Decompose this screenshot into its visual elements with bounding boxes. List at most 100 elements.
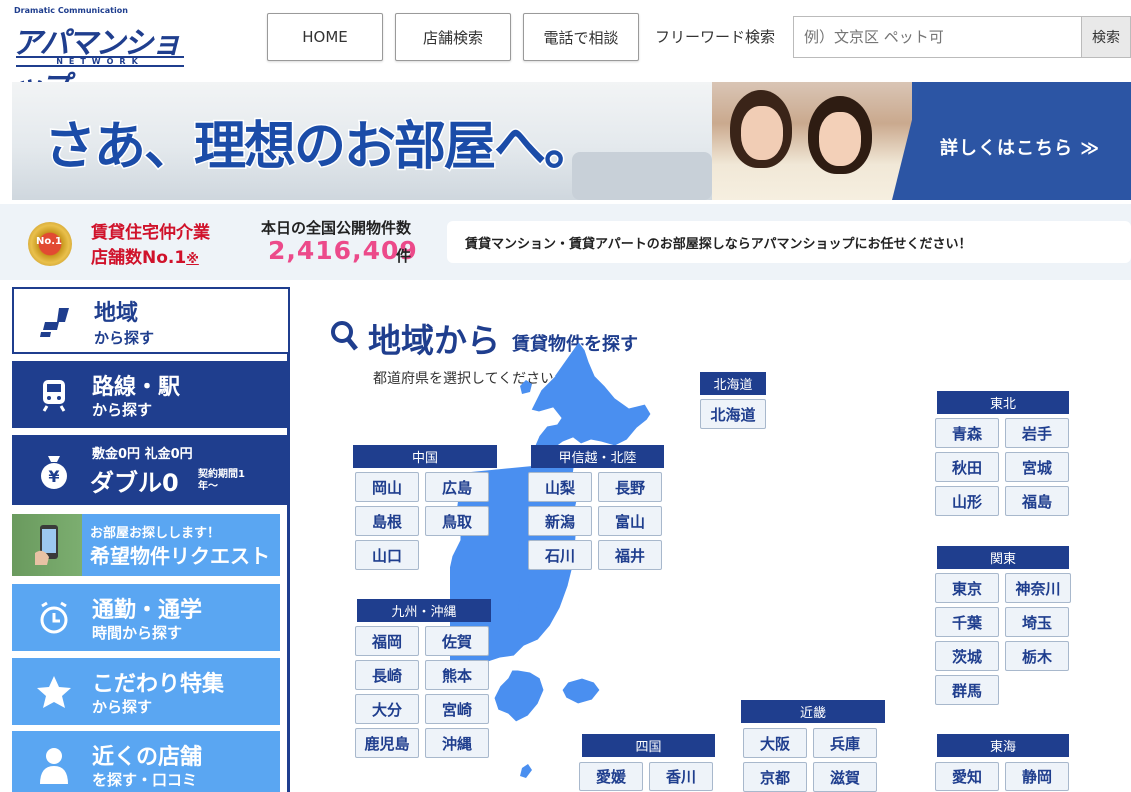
sidebar-item-double-zero[interactable]: ¥ 敷金0円 礼金0円 ダブル0 契約期間1年〜 (12, 435, 290, 505)
pref-shizuoka[interactable]: 静岡 (1005, 762, 1069, 791)
pref-kanagawa[interactable]: 神奈川 (1005, 573, 1071, 603)
region-tokai: 東海 愛知 静岡 (935, 734, 1069, 791)
map-pin-icon (34, 303, 78, 343)
smartphone-icon (28, 524, 72, 565)
region-koshinetsu-header: 甲信越・北陸 (531, 445, 664, 468)
listing-count-unit: 件 (396, 247, 412, 265)
pref-iwate[interactable]: 岩手 (1005, 418, 1069, 448)
pref-fukushima[interactable]: 福島 (1005, 486, 1069, 516)
pref-hokkaido[interactable]: 北海道 (700, 399, 766, 429)
pref-ehime[interactable]: 愛媛 (579, 762, 643, 791)
pref-fukuoka[interactable]: 福岡 (355, 626, 419, 656)
japan-map[interactable] (450, 340, 930, 792)
map-kyushu[interactable] (493, 669, 545, 723)
sidebar-line-title: 路線・駅 (92, 375, 181, 400)
search-button[interactable]: 検索 (1081, 16, 1131, 58)
logo-network: NETWORK (16, 56, 184, 67)
pref-saga[interactable]: 佐賀 (425, 626, 489, 656)
svg-text:¥: ¥ (48, 467, 59, 486)
pref-yamanashi[interactable]: 山梨 (528, 472, 592, 502)
pref-niigata[interactable]: 新潟 (528, 506, 592, 536)
sidebar-item-feature[interactable]: こだわり特集 から探す (12, 658, 280, 725)
pref-aichi[interactable]: 愛知 (935, 762, 999, 791)
pref-tottori[interactable]: 鳥取 (425, 506, 489, 536)
pref-gunma[interactable]: 群馬 (935, 675, 999, 705)
sidebar-store-sub: を探す・口コミ (92, 771, 198, 789)
region-tohoku: 東北 青森 岩手 秋田 宮城 山形 福島 (935, 391, 1069, 516)
sidebar-item-area[interactable]: 地域 から探す (12, 287, 290, 354)
star-icon (32, 672, 76, 712)
rank-line-1: 賃貸住宅仲介業 (91, 223, 210, 243)
logo-tagline: Dramatic Communication (14, 6, 128, 15)
pref-tokyo[interactable]: 東京 (935, 573, 999, 603)
sidebar-item-commute[interactable]: 通勤・通学 時間から探す (12, 584, 280, 651)
region-kyushu-okinawa: 九州・沖縄 福岡 佐賀 長崎 熊本 大分 宮崎 鹿児島 沖縄 (355, 599, 491, 758)
banner-more-link[interactable]: 詳しくはこちら ≫ (940, 134, 1100, 160)
pref-aomori[interactable]: 青森 (935, 418, 999, 448)
pref-yamaguchi[interactable]: 山口 (355, 540, 419, 570)
site-header: Dramatic Communication アパマンショップ NETWORK … (0, 0, 1131, 105)
pref-okinawa[interactable]: 沖縄 (425, 728, 489, 758)
freeword-search-input[interactable] (793, 16, 1082, 58)
nav-home-button[interactable]: HOME (267, 13, 383, 61)
map-rishiri (520, 380, 532, 394)
sidebar-area-title: 地域 (94, 301, 139, 326)
region-tohoku-header: 東北 (937, 391, 1069, 414)
region-hokkaido-header: 北海道 (700, 372, 766, 395)
sidebar-line-sub: から探す (92, 401, 153, 419)
nav-phone-consult-button[interactable]: 電話で相談 (523, 13, 639, 61)
pref-ibaraki[interactable]: 茨城 (935, 641, 999, 671)
sidebar-store-title: 近くの店舗 (92, 745, 203, 770)
pref-toyama[interactable]: 富山 (598, 506, 662, 536)
region-chugoku: 中国 岡山 広島 島根 鳥取 山口 (353, 445, 497, 570)
promo-banner[interactable]: さあ、理想のお部屋へ。 詳しくはこちら ≫ (12, 82, 1131, 200)
pref-tochigi[interactable]: 栃木 (1005, 641, 1069, 671)
sidebar-item-request[interactable]: お部屋お探しします！ 希望物件リクエスト (12, 514, 280, 576)
pref-hiroshima[interactable]: 広島 (425, 472, 489, 502)
pref-akita[interactable]: 秋田 (935, 452, 999, 482)
banner-people-image (712, 82, 912, 200)
money-bag-icon: ¥ (32, 451, 76, 491)
alarm-clock-icon (32, 598, 76, 638)
sidebar-area-sub: から探す (94, 329, 155, 347)
pref-oita[interactable]: 大分 (355, 694, 419, 724)
region-kanto: 関東 東京 神奈川 千葉 埼玉 茨城 栃木 群馬 (935, 546, 1071, 705)
pref-osaka[interactable]: 大阪 (743, 728, 807, 758)
map-shikoku[interactable] (561, 677, 601, 705)
pref-hyogo[interactable]: 兵庫 (813, 728, 877, 758)
sidebar-item-line-station[interactable]: 路線・駅 から探す (12, 361, 290, 428)
pref-chiba[interactable]: 千葉 (935, 607, 999, 637)
pref-shiga[interactable]: 滋賀 (813, 762, 877, 792)
pref-ishikawa[interactable]: 石川 (528, 540, 592, 570)
sidebar-commute-title: 通勤・通学 (92, 598, 203, 623)
rank-note-link[interactable]: ※ (186, 252, 199, 267)
magnifier-icon (330, 320, 358, 352)
pref-yamagata[interactable]: 山形 (935, 486, 999, 516)
region-shikoku-header: 四国 (582, 734, 715, 757)
pref-kagoshima[interactable]: 鹿児島 (355, 728, 419, 758)
pref-nagano[interactable]: 長野 (598, 472, 662, 502)
region-kinki: 近畿 大阪 兵庫 京都 滋賀 (741, 700, 885, 792)
pref-nagasaki[interactable]: 長崎 (355, 660, 419, 690)
site-logo[interactable]: Dramatic Communication アパマンショップ NETWORK (12, 6, 187, 105)
pref-okayama[interactable]: 岡山 (355, 472, 419, 502)
pref-fukui[interactable]: 福井 (598, 540, 662, 570)
pref-kagawa[interactable]: 香川 (649, 762, 713, 791)
sidebar-double-zero-title: ダブル0 (90, 469, 179, 497)
pref-shimane[interactable]: 島根 (355, 506, 419, 536)
sidebar-request-title: 希望物件リクエスト (90, 544, 270, 568)
map-hokkaido[interactable] (530, 341, 652, 457)
pref-kumamoto[interactable]: 熊本 (425, 660, 489, 690)
pref-kyoto[interactable]: 京都 (743, 762, 807, 792)
no1-medal-icon: No.1 (22, 218, 82, 270)
sidebar-feature-sub: から探す (92, 698, 153, 716)
nav-store-search-button[interactable]: 店舗検索 (395, 13, 511, 61)
pref-miyagi[interactable]: 宮城 (1005, 452, 1069, 482)
region-kyushu-header: 九州・沖縄 (357, 599, 491, 622)
sidebar-feature-title: こだわり特集 (92, 672, 225, 697)
region-hokkaido: 北海道 北海道 (700, 372, 766, 429)
pref-miyazaki[interactable]: 宮崎 (425, 694, 489, 724)
pref-saitama[interactable]: 埼玉 (1005, 607, 1069, 637)
region-chugoku-header: 中国 (353, 445, 497, 468)
sidebar-item-nearby-store[interactable]: 近くの店舗 を探す・口コミ (12, 731, 280, 792)
